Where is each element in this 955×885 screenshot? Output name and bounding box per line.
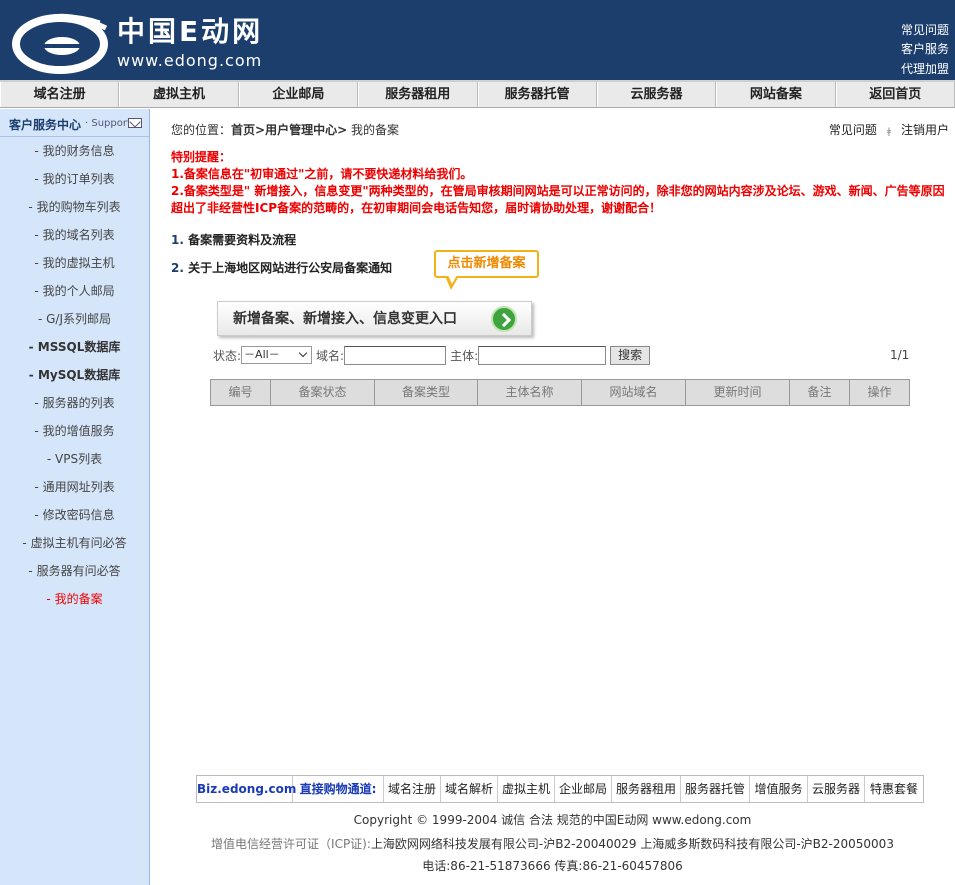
footer-link-server-rent[interactable]: 服务器租用	[612, 776, 681, 802]
notice-line-1: 1.备案信息在"初审通过"之前，请不要快递材料给我们。	[171, 167, 473, 181]
sidebar-item[interactable]: - 虚拟主机有问必答	[0, 529, 149, 557]
sidebar-item[interactable]: - 服务器有问必答	[0, 557, 149, 585]
callout-tail-inner	[448, 275, 457, 284]
col-remark[interactable]: 备注	[790, 380, 850, 405]
sidebar-item[interactable]: - 修改密码信息	[0, 501, 149, 529]
footer-link-domain[interactable]: 域名注册	[384, 776, 441, 802]
status-label: 状态:	[213, 348, 242, 363]
sidebar-menu: - 我的财务信息 - 我的订单列表 - 我的购物车列表 - 我的域名列表 - 我的虚拟主…	[0, 137, 149, 613]
nav-hosting[interactable]: 虚拟主机	[119, 82, 239, 107]
col-subject[interactable]: 主体名称	[478, 380, 582, 405]
sidebar-header: 客户服务中心 · Support	[0, 109, 149, 137]
breadcrumb-prefix: 您的位置：	[171, 123, 232, 137]
footer-link-package[interactable]: 特惠套餐	[865, 776, 923, 802]
sidebar-item[interactable]: - 我的虚拟主机	[0, 249, 149, 277]
guide-text: 关于上海地区网站进行公安局备案通知	[188, 261, 393, 275]
separator: ǂ	[886, 127, 891, 137]
breadcrumb-current: 我的备案	[347, 123, 399, 137]
sidebar-item[interactable]: - 我的域名列表	[0, 221, 149, 249]
notice-title: 特别提醒：	[171, 150, 232, 164]
site-header: 中国E动网 www.edong.com 常见问题 客户服务 代理加盟	[0, 0, 955, 80]
faq-link[interactable]: 常见问题	[829, 123, 877, 137]
sidebar-item[interactable]: - 我的订单列表	[0, 165, 149, 193]
header-link-faq[interactable]: 常见问题	[901, 22, 949, 39]
sidebar-item[interactable]: - VPS列表	[0, 445, 149, 473]
sidebar: 客户服务中心 · Support - 我的财务信息 - 我的订单列表 - 我的购物车…	[0, 109, 150, 885]
sidebar-item[interactable]: - 我的个人邮局	[0, 277, 149, 305]
col-updated[interactable]: 更新时间	[686, 380, 790, 405]
logo-url-text[interactable]: www.edong.com	[117, 52, 262, 70]
main-nav: 域名注册 虚拟主机 企业邮局 服务器租用 服务器托管 云服务器 网站备案 返回首…	[0, 80, 955, 108]
footer-link-mail[interactable]: 企业邮局	[555, 776, 612, 802]
breadcrumb-path[interactable]: 首页>用户管理中心>	[231, 123, 347, 137]
nav-server-hosting[interactable]: 服务器托管	[477, 82, 597, 107]
col-action[interactable]: 操作	[850, 380, 909, 405]
status-select[interactable]: －All－	[241, 346, 313, 364]
footer-link-hosting[interactable]: 虚拟主机	[498, 776, 555, 802]
guide-text: 备案需要资料及流程	[188, 233, 297, 247]
footer-shop-channel: 直接购物通道:	[293, 776, 384, 802]
footer-icp: 增值电信经营许可证（ICP证):上海欧网网络科技发展有限公司-沪B2-20040…	[150, 835, 955, 852]
footer-copyright: Copyright © 1999-2004 诚信 合法 规范的中国E动网 www…	[353, 813, 752, 827]
sidebar-item[interactable]: - 我的购物车列表	[0, 193, 149, 221]
breadcrumb: 您的位置：首页>用户管理中心> 我的备案	[171, 121, 399, 138]
col-domain[interactable]: 网站域名	[582, 380, 686, 405]
nav-mail[interactable]: 企业邮局	[238, 82, 359, 107]
arrow-right-icon	[491, 306, 517, 332]
nav-cloud[interactable]: 云服务器	[596, 82, 717, 107]
page-indicator: 1/1	[890, 348, 910, 362]
top-links: 常见问题 ǂ 注销用户	[829, 121, 949, 138]
footer-link-server-hosting[interactable]: 服务器托管	[681, 776, 750, 802]
callout-bubble: 点击新增备案	[434, 250, 539, 278]
subject-label: 主体:	[450, 348, 479, 363]
footer-icp-text: 上海欧网网络科技发展有限公司-沪B2-20040029 上海威多斯数码科技有限公…	[370, 837, 894, 851]
sidebar-support-label: · Support	[85, 118, 131, 129]
mail-icon[interactable]	[128, 118, 142, 128]
col-type[interactable]: 备案类型	[375, 380, 478, 405]
sidebar-item[interactable]: - 我的备案	[0, 585, 149, 613]
sidebar-item[interactable]: - 我的财务信息	[0, 137, 149, 165]
domain-input[interactable]	[344, 345, 447, 365]
logo-chinese-text[interactable]: 中国E动网	[117, 14, 263, 50]
guide-num: 2.	[171, 261, 184, 275]
footer-link-dns[interactable]: 域名解析	[441, 776, 498, 802]
sidebar-title: 客户服务中心	[9, 118, 82, 132]
footer-contact: 电话:86-21-51873666 传真:86-21-60457806	[422, 859, 683, 873]
sidebar-item[interactable]: - MySQL数据库	[0, 361, 149, 389]
new-filing-button[interactable]: 新增备案、新增接入、信息变更入口	[217, 301, 532, 336]
search-button[interactable]: 搜索	[610, 345, 651, 365]
col-status[interactable]: 备案状态	[271, 380, 375, 405]
new-filing-label: 新增备案、新增接入、信息变更入口	[233, 311, 457, 327]
nav-home[interactable]: 返回首页	[835, 82, 955, 107]
footer-link-value-added[interactable]: 增值服务	[750, 776, 808, 802]
nav-server-rent[interactable]: 服务器租用	[358, 82, 478, 107]
logout-link[interactable]: 注销用户	[901, 123, 949, 137]
col-id[interactable]: 编号	[211, 380, 271, 405]
guide-link-1[interactable]: 1. 备案需要资料及流程	[171, 231, 296, 248]
sidebar-item[interactable]: - 通用网址列表	[0, 473, 149, 501]
nav-icp[interactable]: 网站备案	[716, 82, 836, 107]
footer-biz-link[interactable]: Biz.edong.com	[197, 776, 296, 802]
edong-logo-icon[interactable]	[10, 6, 110, 76]
guide-num: 1.	[171, 233, 184, 247]
notice-line-2: 2.备案类型是" 新增接入，信息变更"两种类型的，在管局审核期间网站是可以正常访…	[171, 184, 945, 215]
domain-label: 域名:	[316, 348, 345, 363]
footer-icp-label: 增值电信经营许可证（ICP证):	[211, 837, 371, 851]
sidebar-item[interactable]: - 我的增值服务	[0, 417, 149, 445]
sidebar-item[interactable]: - 服务器的列表	[0, 389, 149, 417]
guide-link-2[interactable]: 2. 关于上海地区网站进行公安局备案通知	[171, 259, 392, 276]
filter-bar: 状态: －All－ 域名: 主体: 搜索	[213, 345, 651, 365]
notice-box: 特别提醒： 1.备案信息在"初审通过"之前，请不要快递材料给我们。 2.备案类型…	[171, 149, 953, 217]
nav-domain[interactable]: 域名注册	[0, 82, 120, 107]
footer-link-cloud[interactable]: 云服务器	[808, 776, 865, 802]
footer-nav: Biz.edong.com 直接购物通道: 域名注册 域名解析 虚拟主机 企业邮…	[196, 775, 924, 803]
sidebar-item[interactable]: - G/J系列邮局	[0, 305, 149, 333]
header-link-service[interactable]: 客户服务	[901, 41, 949, 58]
header-link-agent[interactable]: 代理加盟	[901, 61, 949, 78]
table-header-row: 编号 备案状态 备案类型 主体名称 网站域名 更新时间 备注 操作	[210, 379, 910, 406]
sidebar-item[interactable]: - MSSQL数据库	[0, 333, 149, 361]
subject-input[interactable]	[478, 345, 607, 365]
